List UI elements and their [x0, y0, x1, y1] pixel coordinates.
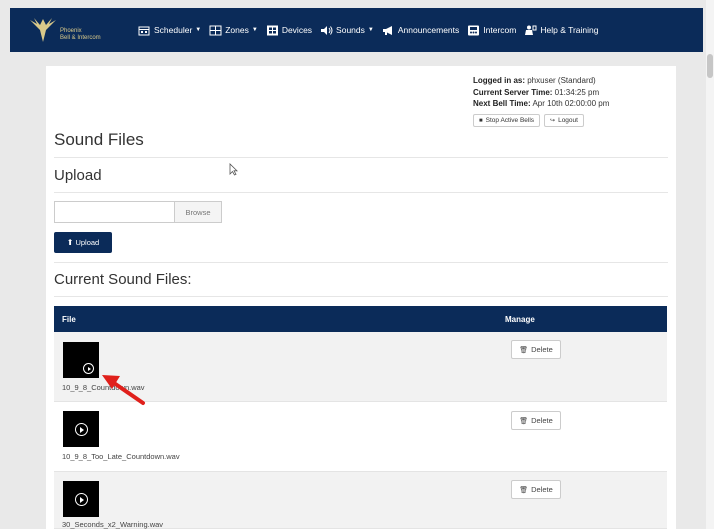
nav-sounds[interactable]: Sounds ▼: [320, 25, 374, 36]
page-title: Sound Files: [54, 130, 144, 149]
browse-button[interactable]: Browse: [174, 201, 222, 223]
nav-devices[interactable]: Devices: [266, 25, 312, 36]
mouse-cursor-icon: [229, 163, 238, 176]
table-header: File Manage: [54, 306, 667, 332]
delete-label: Delete: [531, 485, 553, 494]
server-time-value: 01:34:25 pm: [554, 87, 600, 97]
main-panel: Logged in as: phxuser (Standard) Current…: [46, 66, 676, 529]
chevron-down-icon: ▼: [367, 27, 374, 33]
logged-in-user: phxuser (Standard): [527, 76, 596, 85]
chevron-down-icon: ▼: [251, 27, 258, 33]
nav-scheduler-label: Scheduler: [154, 25, 193, 35]
upload-heading: Upload: [54, 167, 102, 184]
divider: [54, 192, 668, 193]
nav-announcements[interactable]: Announcements: [382, 25, 459, 36]
delete-button[interactable]: 🗑 Delete: [511, 480, 561, 499]
table-row: 10_9_8_Too_Late_Countdown.wav 🗑 Delete: [54, 402, 667, 472]
trash-icon: 🗑: [519, 417, 529, 425]
megaphone-icon: [382, 25, 392, 35]
sound-filename: 10_9_8_Too_Late_Countdown.wav: [62, 452, 180, 461]
trash-icon: 🗑: [519, 486, 529, 494]
divider: [54, 262, 668, 263]
audio-player[interactable]: [63, 342, 99, 378]
zones-icon: [209, 25, 222, 35]
nav-devices-label: Devices: [281, 25, 313, 35]
upload-button-label: Upload: [75, 238, 100, 247]
column-header-manage: Manage: [505, 315, 535, 324]
session-info: Logged in as: phxuser (Standard) Current…: [473, 75, 609, 110]
upload-icon: ⬆: [66, 238, 74, 247]
scrollbar-thumb[interactable]: [707, 54, 713, 78]
delete-button[interactable]: 🗑 Delete: [511, 411, 561, 430]
next-bell-label: Next Bell Time:: [473, 99, 531, 108]
column-header-file: File: [62, 315, 76, 324]
delete-button[interactable]: 🗑 Delete: [511, 340, 561, 359]
nav-announcements-label: Announcements: [397, 25, 460, 35]
trash-icon: 🗑: [519, 346, 529, 354]
table-row: 30_Seconds_x2_Warning.wav 🗑 Delete: [54, 472, 667, 529]
next-bell-value: Apr 10th 02:00:00 pm: [532, 99, 610, 108]
chevron-down-icon: ▼: [195, 27, 202, 33]
upload-button[interactable]: ⬆ Upload: [54, 232, 112, 253]
nav-intercom-label: Intercom: [483, 25, 517, 35]
calendar-icon: [138, 26, 150, 35]
stop-active-bells-label: Stop Active Bells: [485, 117, 535, 124]
table-row: 10_9_8_Countdown.wav 🗑 Delete: [54, 332, 667, 402]
top-navbar: Phoenix Bell & Intercom Scheduler ▼ Zone…: [10, 8, 703, 52]
speaker-icon: [321, 25, 333, 35]
play-icon[interactable]: [83, 363, 94, 374]
nav-sounds-label: Sounds: [336, 25, 365, 35]
brand-name: Phoenix: [60, 28, 82, 34]
intercom-icon: [468, 25, 480, 35]
nav-scheduler[interactable]: Scheduler ▼: [138, 25, 201, 36]
audio-player[interactable]: [63, 481, 99, 517]
file-picker: Browse: [54, 201, 222, 223]
devices-icon: [266, 25, 278, 35]
page-scrollbar[interactable]: [706, 0, 714, 529]
nav-help-label: Help & Training: [540, 25, 599, 35]
brand-tagline: Bell & Intercom: [60, 35, 101, 41]
delete-label: Delete: [531, 345, 553, 354]
divider: [54, 296, 668, 297]
logout-button[interactable]: ↪ Logout: [544, 114, 584, 127]
play-icon[interactable]: [75, 423, 88, 436]
sound-filename: 30_Seconds_x2_Warning.wav: [62, 520, 164, 529]
logout-label: Logout: [558, 117, 578, 124]
divider: [54, 157, 668, 158]
stop-active-bells-button[interactable]: ■ Stop Active Bells: [473, 114, 541, 127]
stop-icon: ■: [479, 117, 483, 124]
nav-zones[interactable]: Zones ▼: [209, 25, 258, 36]
phoenix-logo: [30, 18, 56, 42]
logged-in-label: Logged in as:: [473, 76, 525, 85]
audio-player[interactable]: [63, 411, 99, 447]
server-time-label: Current Server Time:: [473, 87, 553, 97]
current-sound-files-heading: Current Sound Files:: [54, 271, 192, 288]
file-path-field[interactable]: [54, 201, 174, 223]
logout-icon: ↪: [550, 118, 556, 124]
nav-intercom[interactable]: Intercom: [467, 25, 516, 36]
help-icon: [525, 25, 537, 35]
nav-zones-label: Zones: [225, 25, 249, 35]
play-icon[interactable]: [75, 493, 88, 506]
nav-help[interactable]: Help & Training: [524, 25, 598, 36]
sound-filename: 10_9_8_Countdown.wav: [62, 383, 145, 392]
brand[interactable]: Phoenix Bell & Intercom: [28, 16, 138, 44]
delete-label: Delete: [531, 416, 553, 425]
